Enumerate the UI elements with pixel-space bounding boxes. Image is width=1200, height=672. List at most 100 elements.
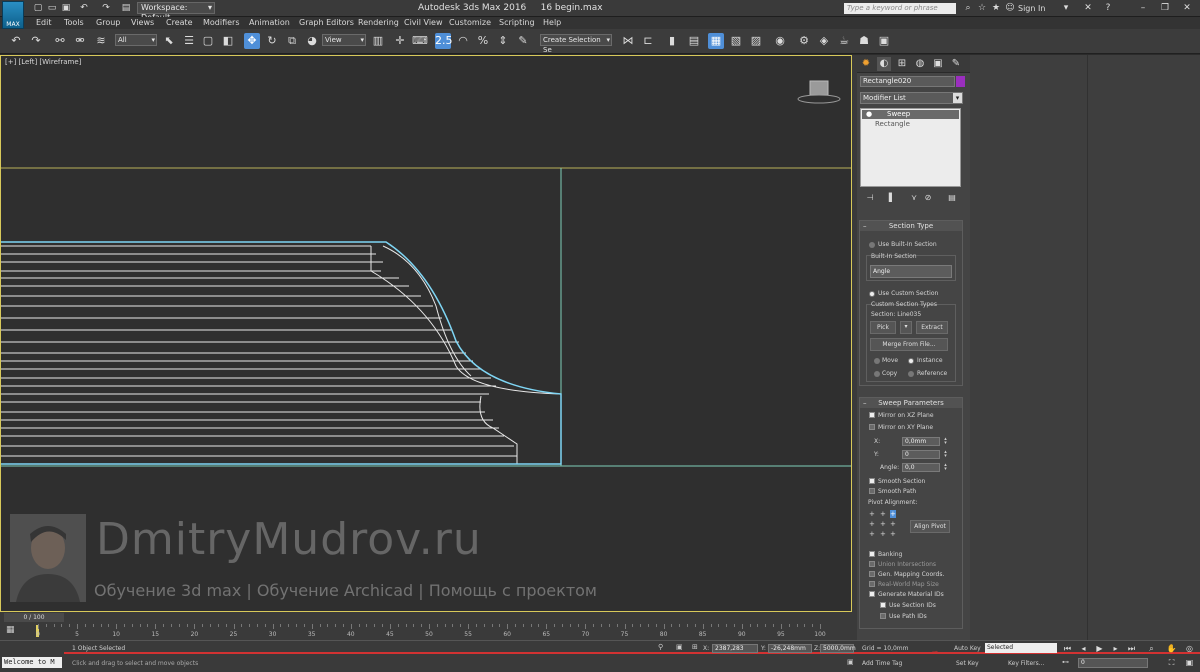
zoom-icon[interactable]: ⌕ [1146, 643, 1157, 654]
link-icon[interactable]: ⚯ [52, 33, 68, 49]
undo-icon[interactable]: ↶ [78, 2, 90, 14]
manipulate-icon[interactable]: ✛ [392, 33, 408, 49]
pivot-mid-left-icon[interactable]: + [869, 520, 875, 528]
window-crossing-icon[interactable]: ◧ [220, 33, 236, 49]
render-setup-icon[interactable]: ⚙ [796, 33, 812, 49]
user-icon[interactable]: ☺ [1004, 2, 1016, 14]
pick-button[interactable]: Pick [870, 321, 896, 334]
redo-icon[interactable]: ↷ [100, 2, 112, 14]
angle-snap-icon[interactable]: ◠ [455, 33, 471, 49]
merge-from-file-button[interactable]: Merge From File... [870, 338, 948, 351]
hierarchy-tab-icon[interactable]: ⊞ [895, 57, 909, 71]
create-tab-icon[interactable]: ✹ [859, 57, 873, 71]
z-coordinate-field[interactable]: 5000,0mm [820, 644, 856, 653]
menu-rendering[interactable]: Rendering [358, 18, 399, 28]
render-iterative-icon[interactable]: ☗ [856, 33, 872, 49]
stack-item-rectangle[interactable]: Rectangle [875, 120, 910, 128]
y-offset-field[interactable]: 0 [902, 450, 940, 459]
move-radio[interactable] [874, 358, 880, 364]
menu-views[interactable]: Views [131, 18, 154, 28]
select-object-icon[interactable]: ⬉ [161, 33, 177, 49]
section-browse-icon[interactable]: ▾ [900, 321, 912, 334]
angle-spinner-icon[interactable]: ▴ ▾ [943, 463, 948, 472]
star-icon[interactable]: ★ [990, 2, 1002, 14]
pivot-bottom-left-icon[interactable]: + [869, 530, 875, 538]
builtin-section-dropdown[interactable]: Angle [870, 265, 952, 278]
reference-coordinate-dropdown[interactable]: View ▾ [322, 34, 366, 46]
x-offset-spinner-icon[interactable]: ▴ ▾ [943, 437, 948, 446]
mirror-xz-checkbox[interactable] [869, 412, 875, 418]
section-type-header[interactable]: – Section Type [860, 221, 962, 231]
new-file-icon[interactable]: ▢ [32, 2, 44, 14]
modifier-list-dropdown[interactable]: Modifier List ▾ [860, 92, 963, 104]
instance-radio[interactable] [908, 358, 914, 364]
go-to-start-icon[interactable]: ⏮ [1062, 643, 1073, 654]
named-selection-icon[interactable]: ✎ [515, 33, 531, 49]
align-pivot-button[interactable]: Align Pivot [910, 520, 950, 533]
menu-group[interactable]: Group [96, 18, 120, 28]
object-color-swatch[interactable] [956, 76, 965, 87]
set-key-button[interactable]: Set Key [956, 660, 979, 667]
exchange-icon[interactable]: ✕ [1082, 2, 1094, 14]
unlink-icon[interactable]: ⚮ [72, 33, 88, 49]
place-icon[interactable]: ◕ [304, 33, 320, 49]
app-logo[interactable]: MAX [2, 1, 24, 29]
orbit-icon[interactable]: ◎ [1184, 643, 1195, 654]
select-by-name-icon[interactable]: ☰ [181, 33, 197, 49]
select-and-rotate-icon[interactable]: ↻ [264, 33, 280, 49]
show-end-result-icon[interactable]: ▌ [886, 192, 898, 204]
field-of-view-icon[interactable]: ⛶ [1166, 657, 1177, 668]
modify-tab-icon[interactable]: ◐ [877, 57, 891, 71]
time-tag-icon[interactable]: ▣ [847, 658, 854, 666]
layer-explorer-icon[interactable]: ▮ [664, 33, 680, 49]
pin-stack-icon[interactable]: ⊣ [864, 192, 876, 204]
union-intersections-checkbox[interactable] [869, 561, 875, 567]
snap-toggle-button[interactable]: 2.5 [435, 33, 453, 49]
hold-icon[interactable]: ▤ [120, 2, 132, 14]
pivot-bottom-center-icon[interactable]: + [880, 530, 886, 538]
percent-snap-icon[interactable]: % [475, 33, 491, 49]
pivot-center-icon[interactable]: ▥ [370, 33, 386, 49]
workspace-dropdown[interactable]: Workspace: Default▾ [137, 2, 215, 22]
reference-radio[interactable] [908, 371, 914, 377]
spinner-snap-icon[interactable]: ⇕ [495, 33, 511, 49]
track-bar[interactable]: 0 5 10 15 20 25 30 35 40 45 50 55 60 65 70 75 80 85 90 95 10… [34, 624, 854, 640]
mirror-icon[interactable]: ⋈ [620, 33, 636, 49]
material-editor-icon[interactable]: ◉ [772, 33, 788, 49]
pivot-top-left-icon[interactable]: + [869, 510, 875, 518]
selection-filter-dropdown[interactable]: All ▾ [115, 34, 157, 46]
rendered-frame-icon[interactable]: ◈ [816, 33, 832, 49]
search-input[interactable]: Type a keyword or phrase [844, 3, 956, 14]
pivot-center-icon[interactable]: + [880, 520, 886, 528]
pivot-bottom-right-icon[interactable]: + [890, 530, 896, 538]
copy-radio[interactable] [874, 371, 880, 377]
sign-in-link[interactable]: Sign In [1018, 4, 1045, 13]
builtin-section-radio[interactable] [869, 242, 875, 248]
extract-button[interactable]: Extract [916, 321, 948, 334]
add-time-tag-button[interactable]: Add Time Tag [862, 660, 902, 667]
current-frame-field[interactable]: 0 [1078, 658, 1148, 668]
display-tab-icon[interactable]: ▣ [931, 57, 945, 71]
menu-scripting[interactable]: Scripting [499, 18, 535, 28]
time-slider[interactable]: 0 / 100 [4, 613, 64, 622]
key-filters-button[interactable]: Key Filters... [1008, 660, 1045, 667]
generate-material-ids-checkbox[interactable] [869, 591, 875, 597]
x-offset-field[interactable]: 0,0mm [902, 437, 940, 446]
close-icon[interactable]: ✕ [1180, 2, 1194, 14]
isolate-icon[interactable]: ▣ [676, 643, 683, 651]
sweep-parameters-header[interactable]: – Sweep Parameters [860, 398, 962, 408]
menu-create[interactable]: Create [166, 18, 193, 28]
menu-tools[interactable]: Tools [64, 18, 84, 28]
redo-icon[interactable]: ↷ [28, 33, 44, 49]
use-section-ids-checkbox[interactable] [880, 602, 886, 608]
set-key-mode-icon[interactable]: ⊸ [932, 648, 938, 656]
real-world-checkbox[interactable] [869, 581, 875, 587]
align-icon[interactable]: ⊏ [640, 33, 656, 49]
pivot-top-right-icon[interactable]: + [890, 510, 896, 518]
mini-curve-editor-icon[interactable]: ▦ [6, 625, 15, 635]
cart-icon[interactable]: ▾ [1060, 2, 1072, 14]
bind-space-warp-icon[interactable]: ≋ [93, 33, 109, 49]
motion-tab-icon[interactable]: ◍ [913, 57, 927, 71]
favorites-icon[interactable]: ☆ [976, 2, 988, 14]
select-and-move-icon[interactable]: ✥ [244, 33, 260, 49]
